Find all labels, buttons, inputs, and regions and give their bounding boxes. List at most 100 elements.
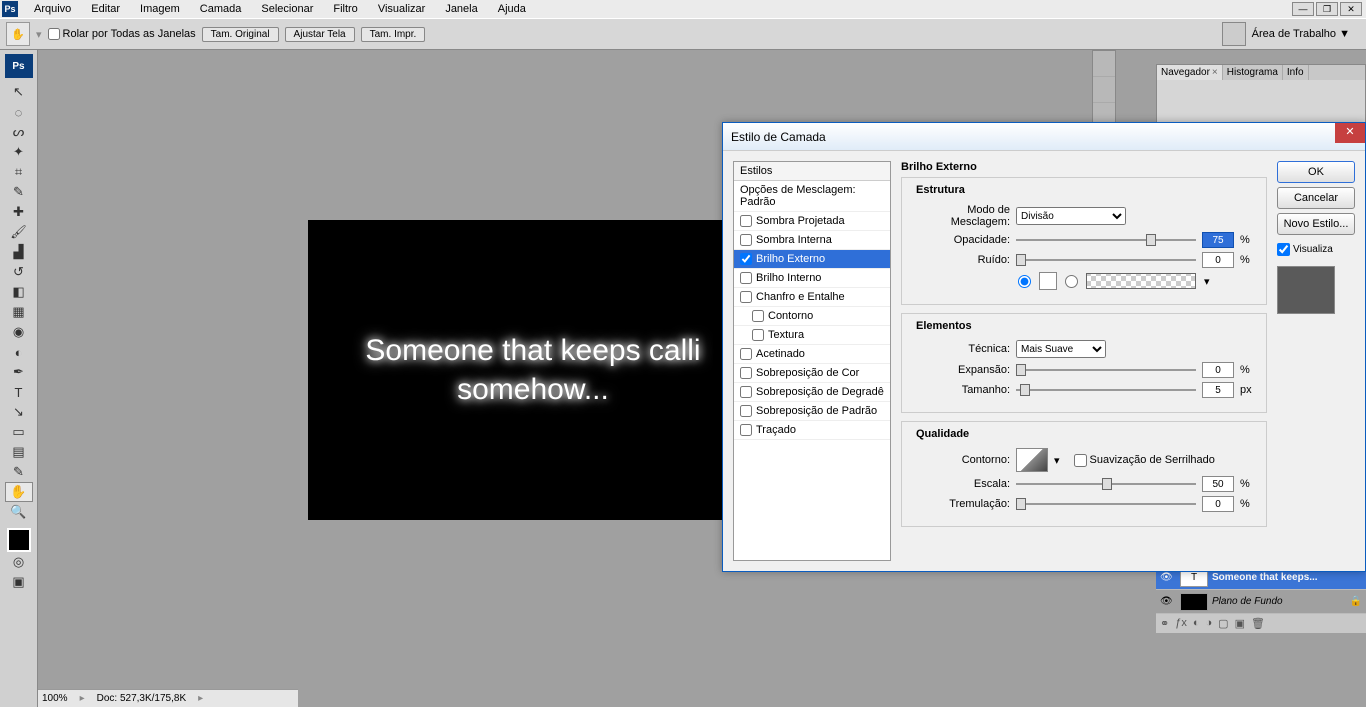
style-stroke[interactable]: Traçado xyxy=(734,421,890,440)
new-style-button[interactable]: Novo Estilo... xyxy=(1277,213,1355,235)
hand-tool[interactable]: ✋ xyxy=(5,482,33,502)
dodge-tool[interactable]: ◐ xyxy=(5,342,33,362)
noise-input[interactable] xyxy=(1202,252,1234,268)
technique-select[interactable]: Mais Suave xyxy=(1016,340,1106,358)
menu-filtro[interactable]: Filtro xyxy=(323,1,367,17)
adjust-icon[interactable]: ◑ xyxy=(1206,617,1213,630)
trash-icon[interactable]: 🗑 xyxy=(1251,617,1265,630)
contour-picker[interactable] xyxy=(1016,448,1048,472)
eyedropper-tool[interactable]: ✎ xyxy=(5,182,33,202)
spread-input[interactable] xyxy=(1202,362,1234,378)
spread-slider[interactable] xyxy=(1016,363,1196,377)
fit-screen-button[interactable]: Ajustar Tela xyxy=(285,27,355,42)
style-pattern-overlay[interactable]: Sobreposição de Padrão xyxy=(734,402,890,421)
tab-navegador[interactable]: Navegador× xyxy=(1157,65,1223,80)
color-radio-gradient[interactable] xyxy=(1065,275,1078,288)
jitter-input[interactable] xyxy=(1202,496,1234,512)
style-contour[interactable]: Contorno xyxy=(734,307,890,326)
shape-tool[interactable]: ▭ xyxy=(5,422,33,442)
style-texture[interactable]: Textura xyxy=(734,326,890,345)
dialog-close-icon[interactable]: ✕ xyxy=(1335,123,1365,143)
foreground-color[interactable] xyxy=(7,528,31,552)
menu-arquivo[interactable]: Arquivo xyxy=(24,1,81,17)
menu-selecionar[interactable]: Selecionar xyxy=(251,1,323,17)
notes-tool[interactable]: ▤ xyxy=(5,442,33,462)
antialias-checkbox[interactable]: Suavização de Serrilhado xyxy=(1074,454,1215,467)
preview-checkbox[interactable]: Visualiza xyxy=(1277,243,1355,256)
path-tool[interactable]: ↘ xyxy=(5,402,33,422)
styles-header[interactable]: Estilos xyxy=(734,162,890,181)
quickmask-icon[interactable]: ◎ xyxy=(5,552,33,572)
folder-icon[interactable]: ▢ xyxy=(1218,617,1228,630)
style-gradient-overlay[interactable]: Sobreposição de Degradê xyxy=(734,383,890,402)
actual-pixels-button[interactable]: Tam. Original xyxy=(202,27,279,42)
size-slider[interactable] xyxy=(1016,383,1196,397)
type-tool[interactable]: T xyxy=(5,382,33,402)
wand-tool[interactable]: ✦ xyxy=(5,142,33,162)
scroll-all-label: Rolar por Todas as Janelas xyxy=(63,28,196,40)
style-drop-shadow[interactable]: Sombra Projetada xyxy=(734,212,890,231)
range-slider[interactable] xyxy=(1016,477,1196,491)
history-brush-tool[interactable]: ↺ xyxy=(5,262,33,282)
glow-color-swatch[interactable] xyxy=(1039,272,1057,290)
mask-icon[interactable]: ◐ xyxy=(1193,617,1200,630)
blending-options[interactable]: Opções de Mesclagem: Padrão xyxy=(734,181,890,212)
style-outer-glow[interactable]: Brilho Externo xyxy=(734,250,890,269)
eraser-tool[interactable]: ◧ xyxy=(5,282,33,302)
style-inner-glow[interactable]: Brilho Interno xyxy=(734,269,890,288)
window-minimize-icon[interactable]: — xyxy=(1292,2,1314,16)
menu-editar[interactable]: Editar xyxy=(81,1,130,17)
style-satin[interactable]: Acetinado xyxy=(734,345,890,364)
scroll-all-checkbox[interactable]: Rolar por Todas as Janelas xyxy=(48,28,196,40)
marquee-tool[interactable]: ◌ xyxy=(5,102,33,122)
crop-tool[interactable]: ⌗ xyxy=(5,162,33,182)
eyedropper2-tool[interactable]: ✎ xyxy=(5,462,33,482)
heal-tool[interactable]: ✚ xyxy=(5,202,33,222)
style-inner-shadow[interactable]: Sombra Interna xyxy=(734,231,890,250)
opacity-input[interactable] xyxy=(1202,232,1234,248)
cancel-button[interactable]: Cancelar xyxy=(1277,187,1355,209)
window-restore-icon[interactable]: ❐ xyxy=(1316,2,1338,16)
color-radio-solid[interactable] xyxy=(1018,275,1031,288)
hand-tool-icon[interactable]: ✋ xyxy=(6,22,30,46)
style-color-overlay[interactable]: Sobreposição de Cor xyxy=(734,364,890,383)
blur-tool[interactable]: ◉ xyxy=(5,322,33,342)
new-layer-icon[interactable]: ▣ xyxy=(1235,617,1245,630)
menu-visualizar[interactable]: Visualizar xyxy=(368,1,436,17)
link-icon[interactable]: ⚭ xyxy=(1160,617,1169,630)
visibility-icon[interactable]: 👁 xyxy=(1160,572,1176,583)
layer-row-bg[interactable]: 👁 Plano de Fundo 🔒 xyxy=(1156,590,1366,614)
print-size-button[interactable]: Tam. Impr. xyxy=(361,27,426,42)
jitter-slider[interactable] xyxy=(1016,497,1196,511)
glow-gradient[interactable] xyxy=(1086,273,1196,289)
opacity-slider[interactable] xyxy=(1016,233,1196,247)
pen-tool[interactable]: ✒ xyxy=(5,362,33,382)
screenmode-icon[interactable]: ▣ xyxy=(5,572,33,592)
stamp-tool[interactable]: ▟ xyxy=(5,242,33,262)
menu-imagem[interactable]: Imagem xyxy=(130,1,190,17)
window-close-icon[interactable]: ✕ xyxy=(1340,2,1362,16)
visibility-icon[interactable]: 👁 xyxy=(1160,596,1176,607)
blend-mode-select[interactable]: Divisão xyxy=(1016,207,1126,225)
lasso-tool[interactable]: ᔕ xyxy=(5,122,33,142)
zoom-level[interactable]: 100% xyxy=(42,693,68,704)
menu-camada[interactable]: Camada xyxy=(190,1,252,17)
workspace-icon[interactable] xyxy=(1222,22,1246,46)
menu-ajuda[interactable]: Ajuda xyxy=(488,1,536,17)
unit-pct: % xyxy=(1240,234,1258,246)
gradient-tool[interactable]: ▦ xyxy=(5,302,33,322)
document-canvas[interactable]: Someone that keeps calli somehow... xyxy=(308,220,758,520)
brush-tool[interactable]: 🖌 xyxy=(5,222,33,242)
tab-info[interactable]: Info xyxy=(1283,65,1309,80)
ok-button[interactable]: OK xyxy=(1277,161,1355,183)
tab-histograma[interactable]: Histograma xyxy=(1223,65,1283,80)
range-input[interactable] xyxy=(1202,476,1234,492)
fx-icon[interactable]: ƒx xyxy=(1175,617,1187,630)
zoom-tool[interactable]: 🔍 xyxy=(5,502,33,522)
move-tool[interactable]: ↖ xyxy=(5,82,33,102)
style-bevel[interactable]: Chanfro e Entalhe xyxy=(734,288,890,307)
menu-janela[interactable]: Janela xyxy=(435,1,487,17)
size-input[interactable] xyxy=(1202,382,1234,398)
noise-slider[interactable] xyxy=(1016,253,1196,267)
workspace-dropdown[interactable]: Área de Trabalho ▼ xyxy=(1252,28,1350,40)
